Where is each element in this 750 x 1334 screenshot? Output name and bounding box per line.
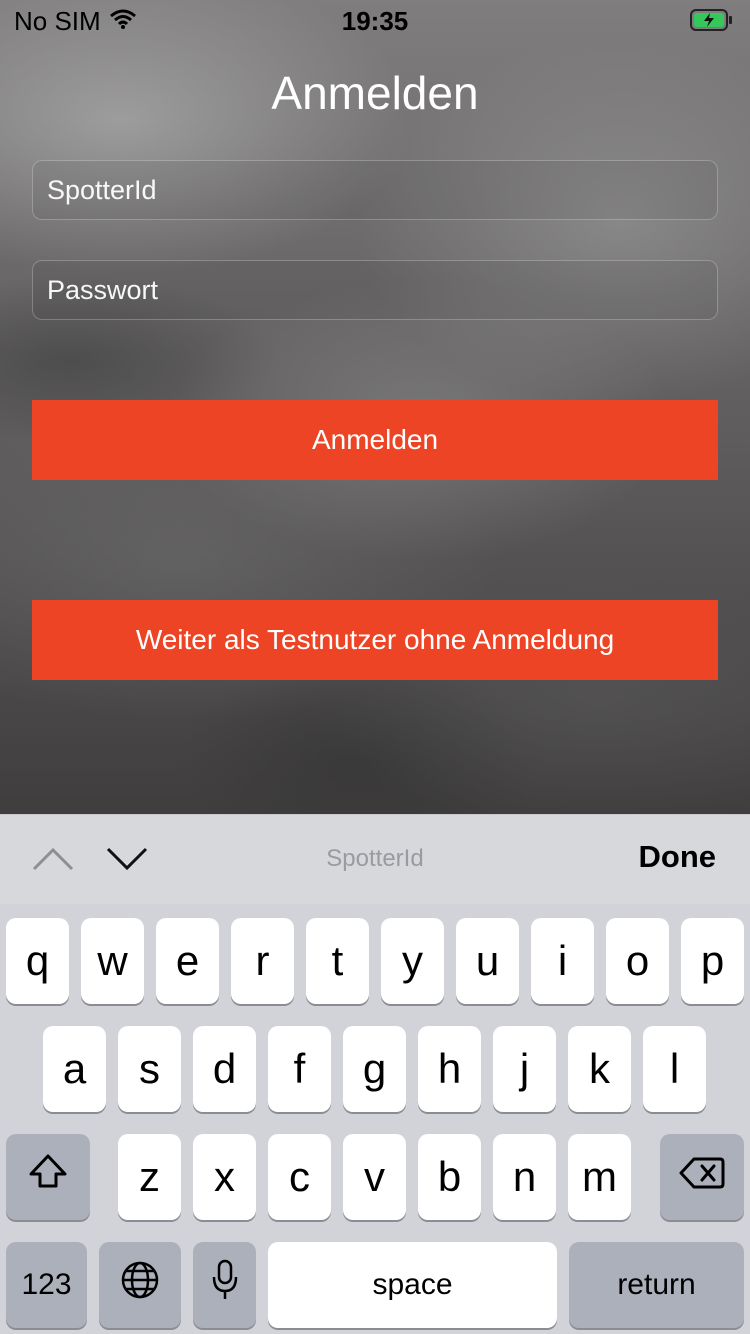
key-g[interactable]: g [343,1026,406,1112]
key-d[interactable]: d [193,1026,256,1112]
key-a[interactable]: a [43,1026,106,1112]
page-title: Anmelden [271,67,479,119]
key-e[interactable]: e [156,918,219,1004]
key-u[interactable]: u [456,918,519,1004]
status-bar: No SIM 19:35 [0,0,750,40]
password-placeholder: Passwort [47,274,159,305]
key-b[interactable]: b [418,1134,481,1220]
delete-key[interactable] [660,1134,744,1220]
keyboard: q w e r t y u i o p a s d f g h j k l z … [0,904,750,1334]
return-key[interactable]: return [569,1242,744,1328]
globe-icon [120,1260,160,1310]
numbers-key[interactable]: 123 [6,1242,87,1328]
shift-icon [27,1152,69,1202]
key-q[interactable]: q [6,918,69,1004]
microphone-icon [210,1259,240,1311]
active-field-label: SpotterId [326,845,424,872]
key-h[interactable]: h [418,1026,481,1112]
key-s[interactable]: s [118,1026,181,1112]
battery-charging-icon [690,8,734,32]
key-n[interactable]: n [493,1134,556,1220]
key-c[interactable]: c [268,1134,331,1220]
spotter-id-field[interactable]: SpotterId [32,160,718,220]
key-m[interactable]: m [568,1134,631,1220]
key-f[interactable]: f [268,1026,331,1112]
key-t[interactable]: t [306,918,369,1004]
key-k[interactable]: k [568,1026,631,1112]
space-key[interactable]: space [268,1242,557,1328]
globe-key[interactable] [99,1242,181,1328]
login-button[interactable]: Anmelden [32,400,718,480]
status-time: 19:35 [341,6,409,36]
password-field[interactable]: Passwort [32,260,718,320]
keyboard-accessory-bar: SpotterId Done [0,814,750,905]
key-x[interactable]: x [193,1134,256,1220]
key-r[interactable]: r [231,918,294,1004]
done-button[interactable]: Done [639,839,717,875]
key-z[interactable]: z [118,1134,181,1220]
spotter-id-placeholder: SpotterId [47,174,157,205]
key-w[interactable]: w [81,918,144,1004]
key-j[interactable]: j [493,1026,556,1112]
shift-key[interactable] [6,1134,90,1220]
key-v[interactable]: v [343,1134,406,1220]
key-o[interactable]: o [606,918,669,1004]
key-l[interactable]: l [643,1026,706,1112]
guest-button[interactable]: Weiter als Testnutzer ohne Anmeldung [32,600,718,680]
key-p[interactable]: p [681,918,744,1004]
delete-icon [678,1153,726,1201]
microphone-key[interactable] [193,1242,256,1328]
key-y[interactable]: y [381,918,444,1004]
key-i[interactable]: i [531,918,594,1004]
